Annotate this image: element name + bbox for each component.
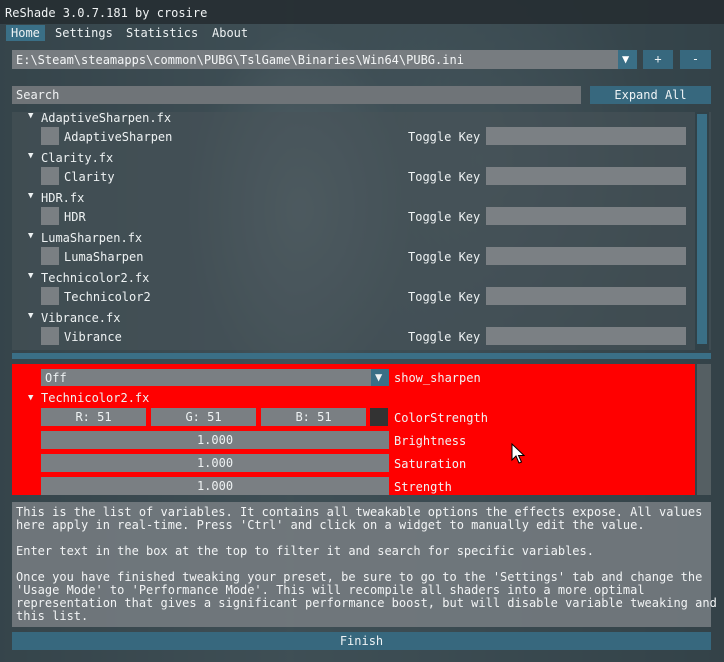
toggle-key-label: Toggle Key — [408, 250, 481, 264]
technique-checkbox[interactable] — [41, 287, 59, 305]
color-strength-r-field[interactable]: R: 51 — [41, 408, 146, 426]
effects-scrollbar[interactable] — [695, 112, 709, 350]
expand-all-button[interactable]: Expand All — [590, 86, 711, 104]
add-preset-button[interactable]: + — [643, 50, 673, 69]
triangle-down-icon: ▼ — [28, 393, 34, 403]
panel-splitter[interactable] — [12, 353, 711, 359]
effect-file-name: Technicolor2.fx — [41, 271, 150, 285]
technique-name: Vibrance — [64, 330, 122, 344]
strength-label: Strength — [394, 480, 452, 494]
color-strength-g-field[interactable]: G: 51 — [151, 408, 256, 426]
toggle-key-label: Toggle Key — [408, 130, 481, 144]
show-sharpen-label: show_sharpen — [394, 371, 481, 385]
technique-checkbox[interactable] — [41, 247, 59, 265]
triangle-down-icon: ▼ — [28, 271, 34, 281]
toggle-key-field[interactable] — [486, 207, 686, 225]
reshade-window: ReShade 3.0.7.181 by crosire Home Settin… — [0, 0, 724, 662]
variable-section-header[interactable]: Technicolor2.fx — [41, 391, 149, 405]
finish-button[interactable]: Finish — [12, 632, 711, 650]
effect-file-name: Clarity.fx — [41, 151, 114, 165]
triangle-down-icon: ▼ — [28, 231, 34, 241]
technique-name: HDR — [64, 210, 86, 224]
effect-file-name: LumaSharpen.fx — [41, 231, 143, 245]
title-bar[interactable]: ReShade 3.0.7.181 by crosire — [0, 0, 724, 24]
list-item: Vibrance Toggle Key — [12, 326, 711, 346]
window-title: ReShade 3.0.7.181 by crosire — [5, 6, 208, 20]
triangle-down-icon: ▼ — [28, 151, 34, 161]
show-sharpen-dropdown-button[interactable]: ▼ — [371, 369, 389, 386]
show-sharpen-value: Off — [45, 371, 67, 385]
toggle-key-field[interactable] — [486, 327, 686, 345]
toggle-key-field[interactable] — [486, 167, 686, 185]
effect-file-name: Vibrance.fx — [41, 311, 121, 325]
tab-about[interactable]: About — [207, 25, 253, 41]
preset-path-text: E:\Steam\steamapps\common\PUBG\TslGame\B… — [16, 53, 464, 67]
list-item: HDR Toggle Key — [12, 206, 711, 226]
variables-scrollbar[interactable] — [697, 364, 711, 495]
toggle-key-field[interactable] — [486, 127, 686, 145]
tab-home[interactable]: Home — [6, 25, 45, 41]
toggle-key-label: Toggle Key — [408, 210, 481, 224]
saturation-label: Saturation — [394, 457, 467, 471]
technique-name: Clarity — [64, 170, 115, 184]
strength-slider[interactable]: 1.000 — [41, 477, 389, 495]
mouse-cursor-icon — [511, 443, 525, 464]
list-item: Clarity Toggle Key — [12, 166, 711, 186]
color-swatch[interactable] — [370, 408, 388, 426]
variables-panel: Off ▼ show_sharpen ▼ Technicolor2.fx R: … — [12, 364, 695, 495]
effects-list: ▼ AdaptiveSharpen.fx AdaptiveSharpen Tog… — [12, 112, 711, 350]
remove-preset-button[interactable]: - — [680, 50, 711, 69]
triangle-down-icon: ▼ — [375, 370, 383, 384]
triangle-down-icon: ▼ — [622, 52, 630, 66]
show-sharpen-combo[interactable]: Off ▼ — [41, 369, 389, 386]
list-item: LumaSharpen Toggle Key — [12, 246, 711, 266]
toggle-key-label: Toggle Key — [408, 330, 481, 344]
triangle-down-icon: ▼ — [28, 311, 34, 321]
preset-path-combo[interactable]: E:\Steam\steamapps\common\PUBG\TslGame\B… — [12, 50, 637, 69]
triangle-down-icon: ▼ — [28, 112, 34, 121]
toggle-key-label: Toggle Key — [408, 290, 481, 304]
brightness-label: Brightness — [394, 434, 467, 448]
technique-name: LumaSharpen — [64, 250, 144, 264]
effect-file-name: AdaptiveSharpen.fx — [41, 112, 172, 125]
toggle-key-label: Toggle Key — [408, 170, 481, 184]
menu-bar: Home Settings Statistics About — [0, 24, 724, 42]
help-text: This is the list of variables. It contai… — [12, 502, 717, 627]
scrollbar-thumb[interactable] — [697, 114, 707, 344]
technique-name: AdaptiveSharpen — [64, 130, 173, 144]
technique-name: Technicolor2 — [64, 290, 151, 304]
effect-file-name: HDR.fx — [41, 191, 85, 205]
color-strength-label: ColorStrength — [394, 411, 488, 425]
toggle-key-field[interactable] — [486, 247, 686, 265]
search-input[interactable]: Search — [12, 86, 581, 104]
search-placeholder: Search — [16, 88, 60, 102]
technique-checkbox[interactable] — [41, 127, 59, 145]
triangle-down-icon: ▼ — [28, 191, 34, 201]
preset-dropdown-button[interactable]: ▼ — [618, 50, 637, 69]
brightness-slider[interactable]: 1.000 — [41, 431, 389, 449]
technique-checkbox[interactable] — [41, 327, 59, 345]
technique-checkbox[interactable] — [41, 207, 59, 225]
saturation-slider[interactable]: 1.000 — [41, 454, 389, 472]
tab-statistics[interactable]: Statistics — [121, 25, 203, 41]
list-item: AdaptiveSharpen Toggle Key — [12, 126, 711, 146]
list-item: Technicolor2 Toggle Key — [12, 286, 711, 306]
color-strength-b-field[interactable]: B: 51 — [261, 408, 366, 426]
technique-checkbox[interactable] — [41, 167, 59, 185]
toggle-key-field[interactable] — [486, 287, 686, 305]
tab-settings[interactable]: Settings — [50, 25, 118, 41]
